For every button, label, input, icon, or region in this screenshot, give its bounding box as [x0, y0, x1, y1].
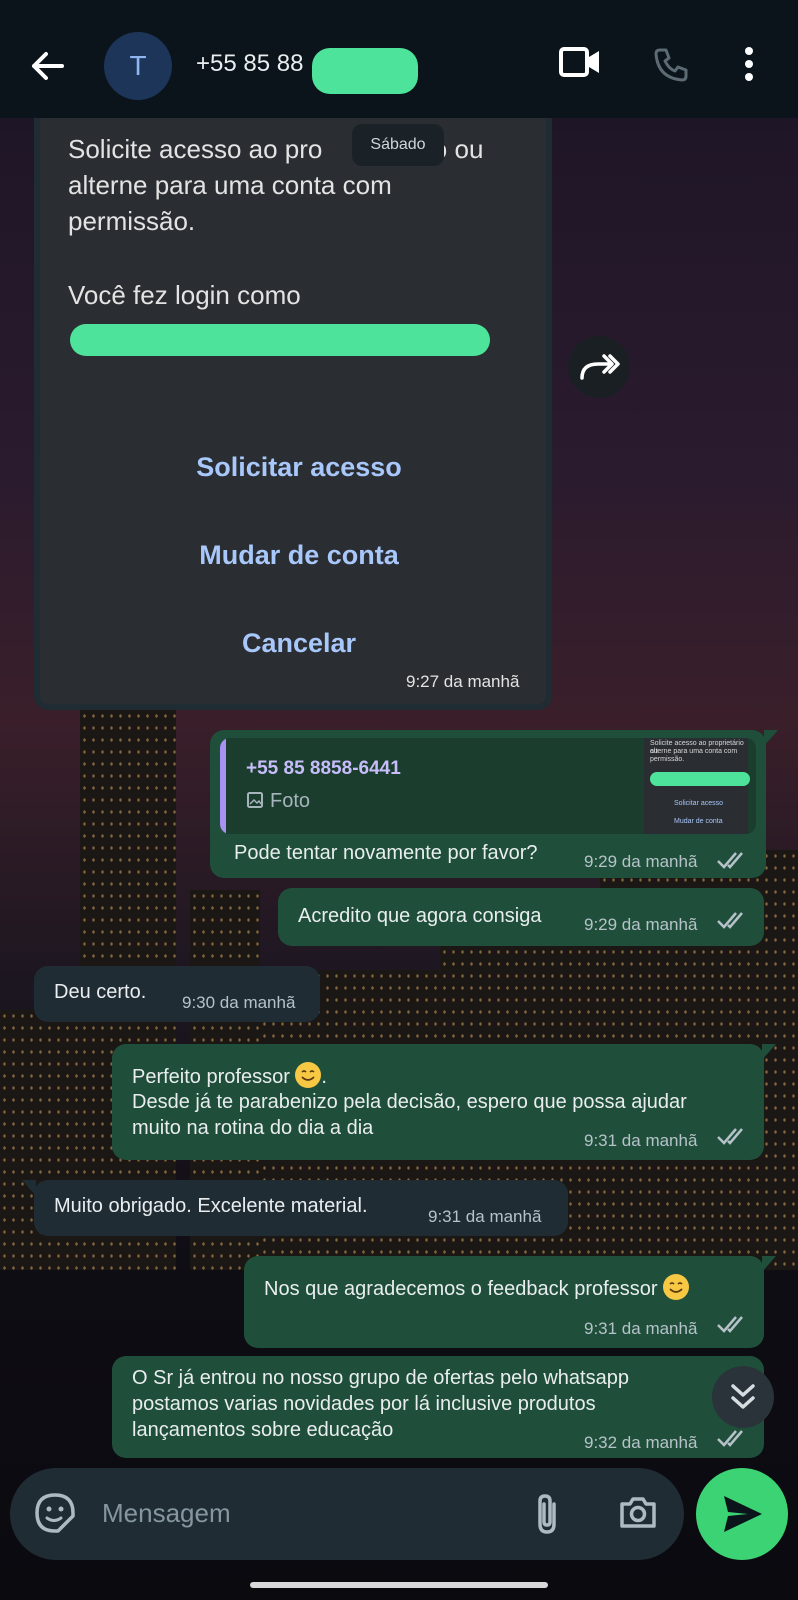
message-text: O Sr já entrou no nosso grupo de ofertas…	[132, 1367, 629, 1389]
message-text: Nos que agradecemos o feedback professor	[264, 1274, 690, 1302]
redaction-mark	[70, 324, 490, 356]
incoming-message[interactable]: Muito obrigado. Excelente material. 9:31…	[22, 1180, 568, 1236]
chat-header: T +55 85 88	[0, 10, 798, 118]
image-message[interactable]: Solicite acesso ao pro rio ou alterne par…	[34, 118, 552, 710]
attach-button[interactable]	[532, 1492, 562, 1541]
message-time: 9:31 da manhã	[584, 1131, 698, 1150]
send-button[interactable]	[696, 1468, 788, 1560]
message-composer[interactable]: Mensagem	[10, 1468, 684, 1560]
image-text-line: alterne para uma conta com	[68, 170, 392, 200]
paperclip-icon	[538, 1494, 556, 1534]
message-text: muito na rotina do dia a dia	[132, 1117, 374, 1139]
arrow-left-icon	[32, 52, 64, 80]
video-call-button[interactable]	[558, 44, 602, 85]
image-text-line: permissão.	[68, 206, 196, 236]
image-text-line: Solicite acesso ao pro rio ou	[68, 134, 484, 164]
message-time: 9:27 da manhã	[406, 672, 520, 691]
quote-bar	[220, 738, 226, 834]
smile-emoji-icon	[295, 1062, 322, 1088]
voice-call-icon	[654, 48, 688, 82]
message-time: 9:32 da manhã	[584, 1433, 698, 1452]
read-ticks-icon	[717, 1430, 743, 1447]
sticker-icon	[35, 1493, 75, 1533]
redaction-mark	[312, 48, 418, 94]
message-text: postamos varias novidades por lá inclusi…	[132, 1393, 596, 1415]
image-action-switch: Mudar de conta	[199, 540, 399, 570]
outgoing-message[interactable]: O Sr já entrou no nosso grupo de ofertas…	[112, 1356, 764, 1458]
avatar[interactable]: T	[104, 32, 172, 100]
status-bar	[0, 0, 798, 10]
image-login-text: Você fez login como	[68, 280, 301, 310]
read-ticks-icon	[717, 912, 743, 929]
read-ticks-icon	[717, 1316, 743, 1333]
quoted-message[interactable]: +55 85 8858-6441 Foto Solicite acesso ao…	[220, 738, 756, 834]
outgoing-message[interactable]: Perfeito professor . Desde já te paraben…	[112, 1044, 776, 1160]
message-text: Deu certo.	[54, 981, 147, 1003]
quote-sender: +55 85 8858-6441	[246, 758, 401, 779]
image-action-cancel: Cancelar	[241, 628, 357, 658]
message-time: 9:29 da manhã	[584, 915, 698, 934]
message-time: 9:29 da manhã	[584, 852, 698, 871]
redaction-mark	[650, 772, 750, 786]
message-text: Muito obrigado. Excelente material.	[54, 1195, 368, 1217]
message-text: Perfeito professor .	[132, 1062, 327, 1090]
send-icon	[724, 1496, 762, 1532]
forward-button[interactable]	[568, 336, 630, 398]
read-ticks-icon	[717, 1128, 743, 1145]
message-time: 9:30 da manhã	[182, 993, 296, 1012]
message-text: Acredito que agora consiga	[298, 905, 542, 927]
quote-type: Foto	[246, 790, 310, 813]
smile-emoji-icon	[663, 1274, 690, 1300]
outgoing-message[interactable]: Nos que agradecemos o feedback professor…	[244, 1256, 776, 1348]
message-text: lançamentos sobre educação	[132, 1419, 394, 1441]
more-options-button[interactable]	[744, 46, 754, 87]
video-call-icon	[559, 47, 599, 77]
message-text: Pode tentar novamente por favor?	[234, 842, 538, 864]
home-indicator	[250, 1582, 548, 1588]
message-time: 9:31 da manhã	[584, 1319, 698, 1338]
sticker-button[interactable]	[34, 1492, 76, 1539]
forward-icon	[580, 354, 620, 380]
outgoing-message[interactable]: Acredito que agora consiga 9:29 da manhã	[278, 888, 764, 946]
double-chevron-down-icon	[731, 1384, 755, 1409]
message-text: Desde já te parabenizo pela decisão, esp…	[132, 1091, 687, 1113]
back-button[interactable]	[28, 50, 68, 82]
contact-name[interactable]: +55 85 88	[196, 50, 303, 78]
voice-call-button[interactable]	[652, 46, 690, 89]
camera-button[interactable]	[618, 1494, 658, 1535]
camera-icon	[620, 1497, 656, 1528]
scroll-to-bottom-button[interactable]	[712, 1366, 774, 1428]
quote-thumbnail: Solicite acesso ao proprietário ou alter…	[644, 738, 750, 834]
date-chip: Sábado	[352, 124, 444, 166]
avatar-letter: T	[129, 50, 147, 81]
message-input[interactable]: Mensagem	[102, 1498, 231, 1529]
image-action-request: Solicitar acesso	[196, 452, 402, 482]
message-time: 9:31 da manhã	[428, 1207, 542, 1226]
more-vert-icon	[745, 47, 753, 81]
photo-icon	[247, 792, 263, 808]
incoming-message[interactable]: Deu certo. 9:30 da manhã	[34, 966, 320, 1022]
read-ticks-icon	[717, 852, 743, 869]
